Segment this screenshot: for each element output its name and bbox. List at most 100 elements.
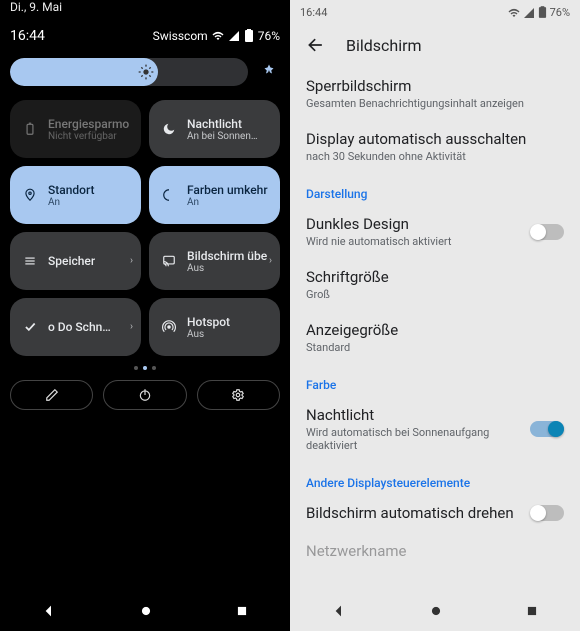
- settings-item[interactable]: Sperrbildschirm Gesamten Benachrichtigung…: [306, 67, 564, 120]
- toggle-switch[interactable]: [530, 505, 564, 521]
- invert-icon: [161, 187, 177, 203]
- tile-sub: Aus: [187, 263, 268, 274]
- item-sub: nach 30 Sekunden ohne Aktivität: [306, 150, 526, 163]
- tile-title: Bildschirm übe…: [187, 249, 268, 263]
- settings-item[interactable]: Dunkles Design Wird nie automatisch aktiv…: [306, 205, 564, 258]
- settings-item[interactable]: Anzeigegröße Standard: [306, 311, 564, 364]
- item-sub: Groß: [306, 288, 389, 301]
- page-dot[interactable]: [134, 366, 138, 370]
- item-title: Anzeigegröße: [306, 321, 398, 339]
- tile-title: Standort: [48, 183, 95, 197]
- auto-brightness-icon[interactable]: A: [258, 61, 280, 83]
- signal-icon: [523, 7, 535, 19]
- item-title: Nachtlicht: [306, 406, 514, 424]
- cast-icon: [161, 253, 177, 269]
- tile-title: Energiesparmod…: [48, 117, 129, 131]
- location-icon: [22, 187, 38, 203]
- qs-tile-location[interactable]: StandortAn: [10, 166, 141, 224]
- item-title: Netzwerkname: [306, 542, 406, 560]
- item-title: Dunkles Design: [306, 215, 452, 233]
- settings-list[interactable]: Sperrbildschirm Gesamten Benachrichtigung…: [290, 67, 580, 631]
- status-date: Di., 9. Mai: [0, 0, 290, 14]
- tile-sub: An: [48, 197, 95, 208]
- chevron-right-icon: ›: [269, 256, 272, 267]
- edit-button[interactable]: [10, 380, 93, 410]
- page-dot[interactable]: [143, 366, 147, 370]
- brightness-icon: [134, 60, 158, 84]
- settings-item[interactable]: Schriftgröße Groß: [306, 258, 564, 311]
- recents-icon[interactable]: [525, 604, 539, 618]
- svg-text:A: A: [267, 69, 272, 77]
- settings-button[interactable]: [197, 380, 280, 410]
- status-bar: 16:44 76%: [290, 0, 580, 21]
- section-header: Farbe: [306, 364, 564, 396]
- tile-sub: An bei Sonnen…: [187, 131, 258, 142]
- page-dots: [0, 356, 290, 380]
- settings-item[interactable]: Netzwerkname: [306, 532, 564, 570]
- recents-icon[interactable]: [235, 604, 249, 618]
- clock: 16:44: [300, 6, 327, 19]
- tile-sub: Aus: [187, 329, 230, 340]
- clock: 16:44: [10, 28, 45, 44]
- tile-title: Speicher: [48, 254, 95, 268]
- item-title: Display automatisch ausschalten: [306, 130, 526, 148]
- tile-sub: Nicht verfügbar: [48, 131, 129, 142]
- tile-title: Hotspot: [187, 315, 230, 329]
- storage-icon: [22, 253, 38, 269]
- check-icon: [22, 319, 38, 335]
- carrier-status: Swisscom 76%: [153, 28, 280, 44]
- toggle-switch[interactable]: [530, 224, 564, 240]
- brightness-row: A: [0, 52, 290, 100]
- home-icon[interactable]: [139, 604, 153, 618]
- qs-tile-storage[interactable]: Speicher ›: [10, 232, 141, 290]
- nav-bar: [290, 591, 580, 631]
- wifi-icon: [508, 7, 520, 19]
- battery-icon: [22, 121, 38, 137]
- back-icon[interactable]: [331, 603, 347, 619]
- qs-tile-cast[interactable]: Bildschirm übe…Aus›: [149, 232, 280, 290]
- item-sub: Wird nie automatisch aktiviert: [306, 235, 452, 248]
- signal-icon: [228, 30, 240, 42]
- back-button[interactable]: [306, 35, 326, 55]
- item-title: Bildschirm automatisch drehen: [306, 504, 514, 522]
- chevron-right-icon: ›: [130, 322, 133, 333]
- tile-sub: An: [187, 197, 268, 208]
- wifi-icon: [212, 30, 224, 42]
- item-title: Schriftgröße: [306, 268, 389, 286]
- battery-icon: [244, 29, 254, 43]
- section-header: Andere Displaysteuerelemente: [306, 462, 564, 494]
- tile-title: o Do Schn…: [48, 320, 111, 334]
- qs-tile-battery[interactable]: Energiesparmod…Nicht verfügbar: [10, 100, 141, 158]
- section-header: Darstellung: [306, 173, 564, 205]
- settings-header: Bildschirm: [290, 21, 580, 67]
- power-button[interactable]: [103, 380, 186, 410]
- brightness-slider[interactable]: [10, 58, 248, 86]
- page-title: Bildschirm: [346, 36, 422, 55]
- battery-icon: [538, 6, 547, 19]
- status-icons: 76%: [508, 6, 570, 19]
- item-sub: Gesamten Benachrichtigungsinhalt anzeige…: [306, 97, 524, 110]
- item-title: Sperrbildschirm: [306, 77, 524, 95]
- settings-item[interactable]: Display automatisch ausschalten nach 30 S…: [306, 120, 564, 173]
- qs-tile-hotspot[interactable]: HotspotAus: [149, 298, 280, 356]
- moon-icon: [161, 121, 177, 137]
- nav-bar: [0, 591, 290, 631]
- page-dot[interactable]: [152, 366, 156, 370]
- settings-item[interactable]: Nachtlicht Wird automatisch bei Sonnenauf…: [306, 396, 564, 462]
- back-icon[interactable]: [41, 603, 57, 619]
- qs-tile-invert[interactable]: Farben umkehrenAn: [149, 166, 280, 224]
- qs-tile-moon[interactable]: NachtlichtAn bei Sonnen…: [149, 100, 280, 158]
- display-settings-screen: 16:44 76% Bildschirm Sperrbildschirm Gesa…: [290, 0, 580, 631]
- tile-title: Nachtlicht: [187, 117, 258, 131]
- chevron-right-icon: ›: [130, 256, 133, 267]
- home-icon[interactable]: [429, 604, 443, 618]
- quick-settings-panel: Di., 9. Mai 16:44 Swisscom 76% A Energie…: [0, 0, 290, 631]
- toggle-switch[interactable]: [530, 421, 564, 437]
- settings-item[interactable]: Bildschirm automatisch drehen: [306, 494, 564, 532]
- item-sub: Standard: [306, 341, 398, 354]
- qs-tiles: Energiesparmod…Nicht verfügbarNachtlicht…: [0, 100, 290, 356]
- qs-tile-check[interactable]: o Do Schn… ›: [10, 298, 141, 356]
- hotspot-icon: [161, 319, 177, 335]
- item-sub: Wird automatisch bei Sonnenaufgang deakt…: [306, 426, 514, 452]
- status-row: 16:44 Swisscom 76%: [0, 14, 290, 52]
